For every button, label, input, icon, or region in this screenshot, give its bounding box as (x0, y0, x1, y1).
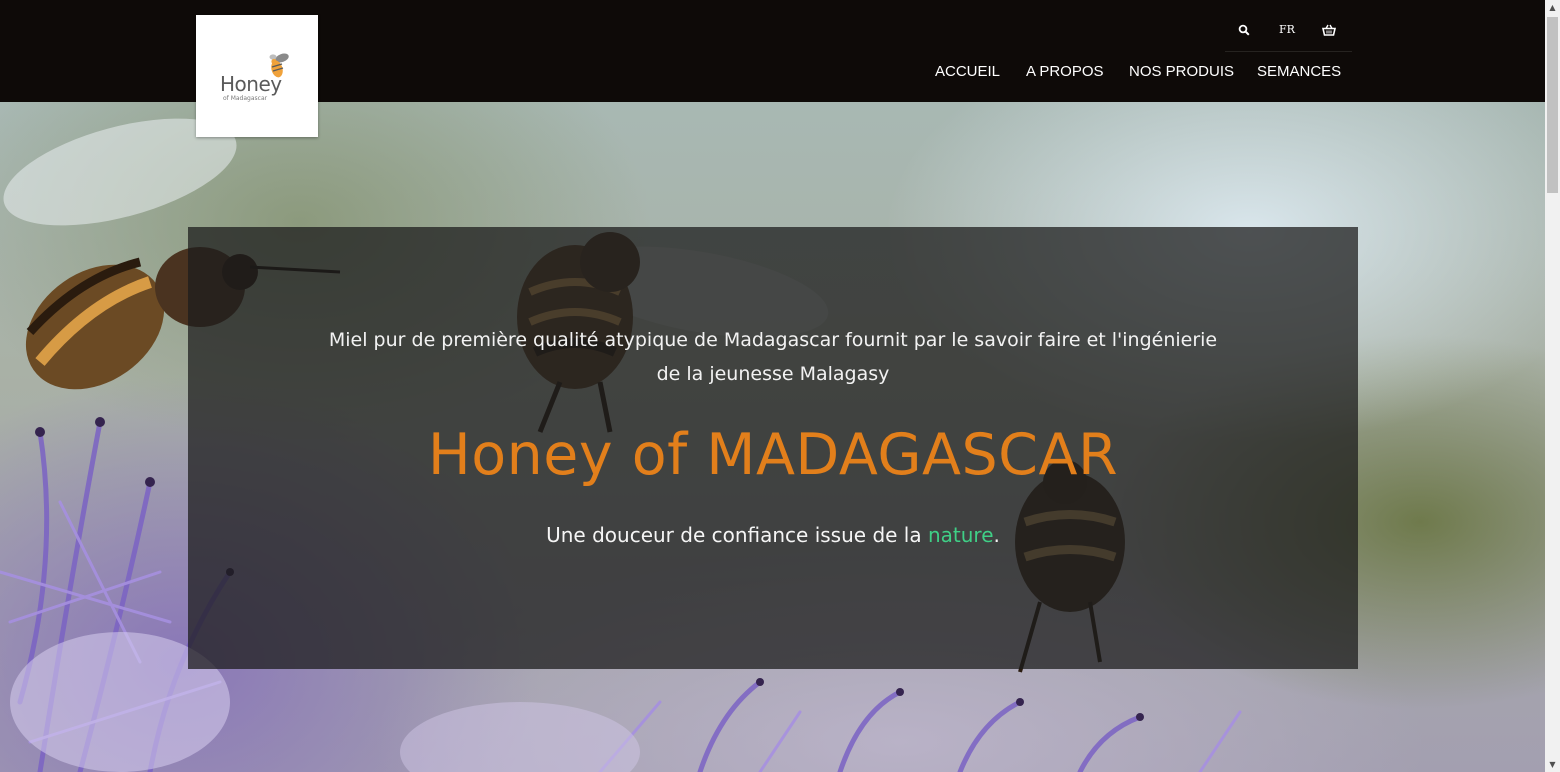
hero-tagline-end: . (993, 523, 1000, 547)
site-logo[interactable]: Honey of Madagascar (196, 15, 318, 137)
logo-subtitle: of Madagascar (223, 95, 268, 102)
hero-intro: Miel pur de première qualité atypique de… (278, 323, 1268, 391)
page-scrollbar[interactable]: ▲ ▼ (1545, 0, 1560, 772)
scroll-up-arrow-icon[interactable]: ▲ (1545, 0, 1560, 15)
page: FR ACCUEIL A PROPOS NOS PRODUIS SEMANCES… (0, 0, 1545, 772)
search-icon[interactable] (1238, 24, 1250, 39)
hero-overlay: Miel pur de première qualité atypique de… (188, 227, 1358, 669)
scroll-down-arrow-icon[interactable]: ▼ (1545, 757, 1560, 772)
nav-item-a-propos[interactable]: A PROPOS (1026, 63, 1104, 80)
hero-headline: Honey of MADAGASCAR (427, 422, 1119, 488)
hero-banner: Miel pur de première qualité atypique de… (0, 102, 1545, 772)
hero-tagline: Une douceur de confiance issue de la nat… (188, 519, 1358, 551)
language-selector[interactable]: FR (1279, 23, 1295, 36)
hero-intro-line-1: Miel pur de première qualité atypique de… (328, 329, 1218, 351)
hero-tagline-text: Une douceur de confiance issue de la (546, 523, 928, 547)
utility-bar: FR (1225, 17, 1352, 52)
hero-intro-line-2: de la jeunesse Malagasy (656, 363, 890, 385)
basket-icon[interactable] (1321, 24, 1337, 39)
bee-logo-icon (269, 53, 289, 78)
nav-item-accueil[interactable]: ACCUEIL (935, 63, 1000, 80)
nav-item-semances[interactable]: SEMANCES (1257, 63, 1341, 80)
nav-item-nos-produis[interactable]: NOS PRODUIS (1129, 63, 1234, 80)
scrollbar-thumb[interactable] (1547, 17, 1558, 193)
hero-tagline-highlight: nature (927, 523, 994, 547)
